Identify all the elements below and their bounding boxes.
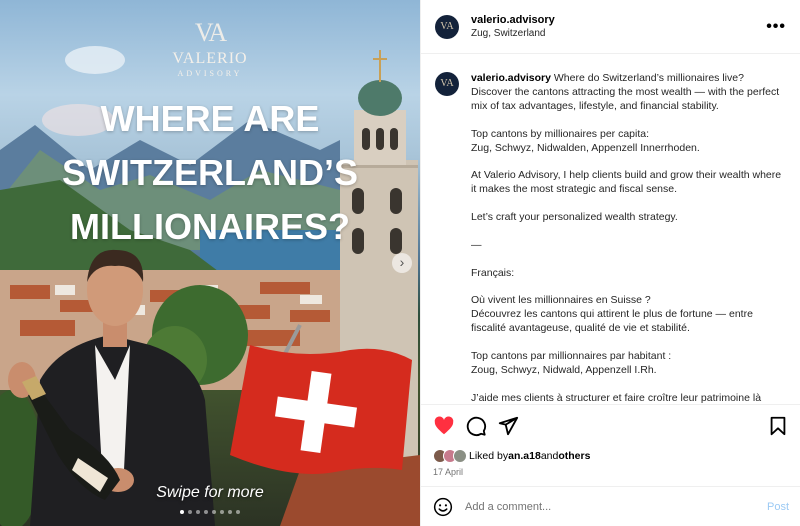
avatar[interactable]: VA: [435, 14, 459, 39]
carousel-dot[interactable]: [220, 510, 224, 514]
avatar: [453, 449, 467, 463]
headline-line: SWITZERLAND’S: [62, 152, 358, 193]
header-username[interactable]: valerio.advisory: [471, 14, 766, 26]
account-info: valerio.advisory Zug, Switzerland: [471, 14, 766, 39]
caption-text: valerio.advisory Where do Switzerland’s …: [471, 72, 787, 404]
post-headline: WHERE ARE SWITZERLAND’S MILLIONAIRES?: [0, 92, 420, 254]
liked-by-user[interactable]: an.a18: [508, 450, 541, 462]
carousel-indicator: [0, 510, 420, 514]
post-detail-panel: VA valerio.advisory Zug, Switzerland •••…: [420, 0, 800, 526]
post-image[interactable]: VA VALERIO ADVISORY WHERE ARE SWITZERLAN…: [0, 0, 420, 526]
chevron-right-icon[interactable]: ›: [392, 253, 412, 273]
swipe-hint: Swipe for more: [156, 484, 264, 501]
caption-paragraph: Let’s craft your personalized wealth str…: [471, 211, 678, 224]
carousel-dot[interactable]: [236, 510, 240, 514]
carousel-dot[interactable]: [196, 510, 200, 514]
caption-paragraph: —: [471, 238, 482, 251]
action-bar: [421, 405, 800, 447]
caption-paragraph: Français:: [471, 266, 515, 279]
carousel-dot[interactable]: [212, 510, 216, 514]
liked-by-row: Liked by an.a18 and others: [421, 447, 800, 465]
comment-input[interactable]: [465, 500, 767, 513]
comment-bar: Post: [421, 486, 800, 526]
instagram-post-view: VA VALERIO ADVISORY WHERE ARE SWITZERLAN…: [0, 0, 800, 526]
post-actions: Liked by an.a18 and others 17 April: [421, 404, 800, 477]
carousel-dot[interactable]: [180, 510, 184, 514]
caption-section: VA valerio.advisory Where do Switzerland…: [421, 54, 800, 404]
post-comment-button[interactable]: Post: [767, 501, 789, 513]
caption-paragraph: Où vivent les millionnaires en Suisse ? …: [471, 294, 753, 335]
headline-line: WHERE ARE: [100, 98, 320, 139]
caption-username[interactable]: valerio.advisory: [471, 72, 551, 84]
header-location[interactable]: Zug, Switzerland: [471, 28, 766, 39]
liked-by-others[interactable]: others: [558, 450, 590, 462]
carousel-dot[interactable]: [188, 510, 192, 514]
bookmark-icon[interactable]: [767, 415, 789, 437]
caption-paragraph: Top cantons par millionnaires par habita…: [471, 350, 672, 376]
post-date[interactable]: 17 April: [421, 465, 800, 477]
brand-monogram: VA: [194, 18, 227, 47]
more-options-icon[interactable]: •••: [766, 18, 786, 36]
carousel-dot[interactable]: [228, 510, 232, 514]
caption-paragraph: Top cantons by millionaires per capita: …: [471, 127, 700, 154]
caption-paragraph: J’aide mes clients à structurer et faire…: [471, 391, 762, 404]
brand-logo: VA VALERIO ADVISORY: [0, 18, 420, 78]
avatar[interactable]: VA: [435, 72, 459, 96]
carousel-dot[interactable]: [204, 510, 208, 514]
liked-by-middle: and: [540, 450, 559, 462]
post-header: VA valerio.advisory Zug, Switzerland •••: [421, 0, 800, 54]
brand-name: VALERIO: [172, 50, 248, 67]
lugano-scene-illustration: [0, 46, 420, 526]
liker-avatars[interactable]: [433, 449, 467, 463]
liked-by-prefix: Liked by: [469, 450, 509, 462]
comment-icon[interactable]: [465, 415, 487, 437]
heart-icon[interactable]: [433, 415, 455, 437]
brand-subtitle: ADVISORY: [177, 69, 243, 78]
caption-paragraph: At Valerio Advisory, I help clients buil…: [471, 169, 782, 196]
emoji-icon[interactable]: [433, 497, 453, 517]
share-icon[interactable]: [497, 415, 519, 437]
headline-line: MILLIONAIRES?: [70, 206, 350, 247]
